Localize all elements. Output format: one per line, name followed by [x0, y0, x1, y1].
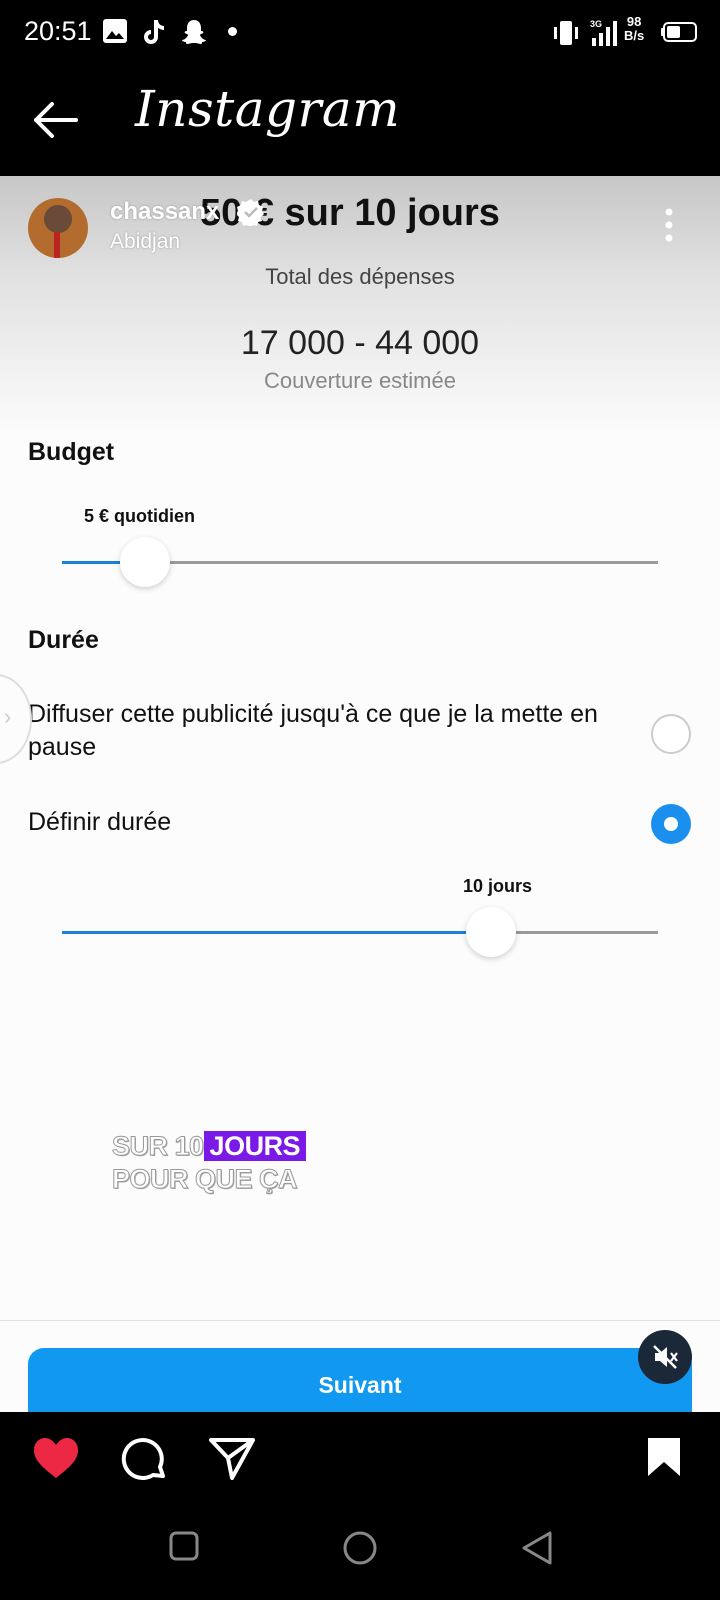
- dot-icon: [228, 27, 237, 36]
- top-nav: Instagram: [0, 66, 720, 176]
- muted-speaker-icon: [653, 1345, 678, 1369]
- duration-slider-fill: [62, 931, 491, 934]
- duration-title: Durée: [28, 626, 99, 654]
- system-nav-bar: [0, 1522, 720, 1600]
- recents-icon[interactable]: [168, 1530, 200, 1562]
- chevron-right-icon: ›: [4, 704, 12, 729]
- username[interactable]: chassanx: [110, 198, 219, 226]
- tiktok-icon: [144, 20, 164, 44]
- option-set-duration-radio[interactable]: [651, 804, 691, 844]
- divider: [0, 1320, 720, 1321]
- signal-icon: 3G: [590, 19, 617, 46]
- duration-slider[interactable]: [62, 907, 658, 957]
- location[interactable]: Abidjan: [110, 230, 180, 254]
- status-time: 20:51: [24, 16, 92, 46]
- app-title: Instagram: [135, 80, 401, 138]
- back-arrow-icon[interactable]: [32, 100, 78, 140]
- network-speed: 98 B/s: [624, 15, 644, 43]
- network-speed-value: 98: [626, 14, 642, 29]
- verified-badge-icon: [237, 199, 264, 226]
- status-bar: 20:51 3G 98 B/s: [0, 0, 720, 66]
- duration-slider-label: 10 jours: [463, 876, 533, 896]
- reach-value: 17 000 - 44 000: [240, 324, 480, 362]
- duration-slider-thumb[interactable]: [466, 907, 516, 957]
- caption-part-a: SUR 10: [112, 1131, 205, 1162]
- heart-icon[interactable]: [32, 1436, 80, 1480]
- caption-highlight: JOURS: [203, 1131, 307, 1161]
- post-actions: [0, 1412, 720, 1522]
- budget-title: Budget: [28, 438, 115, 466]
- avatar[interactable]: [28, 198, 88, 258]
- option-pause-label: Diffuser cette publicité jusqu'à ce que …: [28, 700, 598, 761]
- spend-label: Total des dépenses: [265, 264, 455, 289]
- option-set-duration-label: Définir durée: [28, 808, 172, 836]
- network-speed-unit: B/s: [624, 28, 645, 43]
- caption-line-1: SUR 10 JOURS: [112, 1130, 307, 1163]
- budget-slider-thumb[interactable]: [120, 537, 170, 587]
- back-icon[interactable]: [520, 1530, 554, 1566]
- mute-button[interactable]: [638, 1330, 692, 1384]
- video-caption: SUR 10 JOURS POUR QUE ÇA: [111, 1130, 307, 1196]
- battery-icon: [661, 22, 697, 42]
- snapchat-icon: [182, 20, 206, 44]
- option-pause-radio[interactable]: [651, 714, 691, 754]
- comment-icon[interactable]: [120, 1436, 168, 1484]
- more-options-icon[interactable]: [664, 208, 674, 242]
- next-button[interactable]: Suivant: [28, 1348, 692, 1412]
- share-icon[interactable]: [208, 1436, 256, 1480]
- gallery-icon: [103, 19, 127, 43]
- vibrate-icon: [554, 21, 578, 45]
- home-icon[interactable]: [342, 1530, 378, 1566]
- reel-video[interactable]: 50 € sur 10 jours chassanx Abidjan Total…: [0, 176, 720, 1412]
- save-icon[interactable]: [646, 1436, 682, 1478]
- caption-line-2: POUR QUE ÇA: [111, 1164, 298, 1195]
- svg-text:3G: 3G: [590, 19, 602, 29]
- reach-label: Couverture estimée: [264, 368, 456, 393]
- budget-slider[interactable]: [62, 537, 658, 587]
- budget-slider-label: 5 € quotidien: [84, 506, 196, 526]
